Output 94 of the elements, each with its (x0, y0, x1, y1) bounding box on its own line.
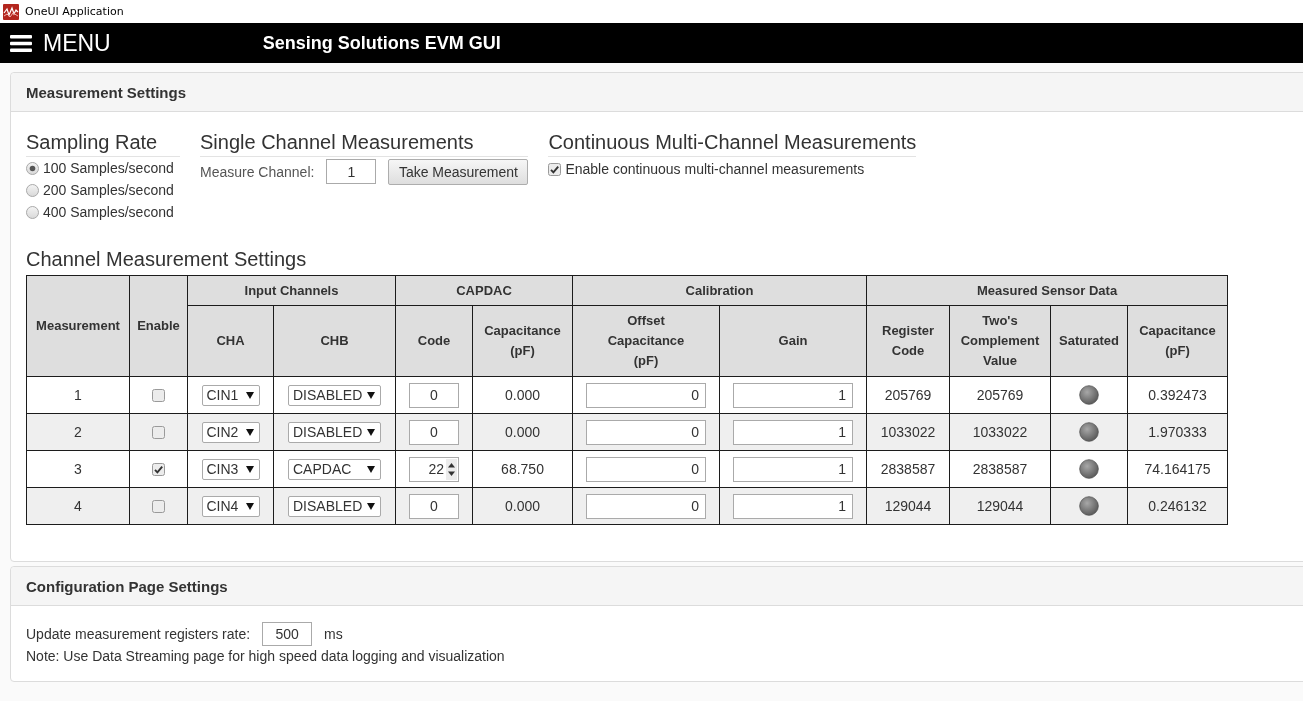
section-heading: Continuous Multi-Channel Measurements (548, 130, 917, 157)
waveform-icon (3, 3, 19, 20)
spinner-arrows-icon[interactable] (446, 458, 457, 480)
column-header: Enable (129, 275, 188, 377)
column-header: CHB (273, 305, 396, 377)
input-field[interactable]: 0 (586, 382, 706, 408)
rate-input[interactable]: 500 (262, 622, 313, 646)
table-cell: 2838587 (949, 450, 1051, 488)
checkbox[interactable] (152, 425, 165, 439)
caret-icon (367, 428, 375, 436)
table-cell: 4 (26, 487, 130, 525)
column-header: Code (395, 305, 473, 377)
table-cell: 68.750 (472, 450, 573, 488)
table-cell: 0.392473 (1127, 376, 1228, 414)
table-cell: 0.246132 (1127, 487, 1228, 525)
checkbox[interactable] (152, 499, 165, 513)
table-cell: 3 (26, 450, 130, 488)
number-field[interactable]: 0 (409, 419, 459, 445)
caret-icon (367, 465, 375, 473)
channel-input[interactable]: 1 (326, 159, 377, 184)
channel-select[interactable]: CIN3 (201, 458, 260, 480)
caret-icon (245, 428, 254, 436)
column-group-header: Input Channels (187, 275, 396, 306)
column-header: Capacitance (pF) (1127, 305, 1228, 377)
channel-select[interactable]: CAPDAC (288, 458, 381, 480)
column-header: CHA (187, 305, 274, 377)
channel-select[interactable]: DISABLED (288, 384, 381, 406)
table-cell: 129044 (949, 487, 1051, 525)
window-title: OneUI Application (25, 5, 124, 18)
table-cell: 205769 (866, 376, 950, 414)
number-field[interactable]: 0 (409, 382, 459, 408)
table-cell: 205769 (949, 376, 1051, 414)
option-label[interactable]: 400 Samples/second (43, 204, 174, 220)
column-header: Capacitance (pF) (472, 305, 573, 377)
app-title: Sensing Solutions EVM GUI (262, 32, 501, 54)
checkbox[interactable] (152, 462, 165, 476)
panel-heading: Configuration Page Settings (11, 567, 1303, 606)
column-header: Gain (719, 305, 867, 377)
channel-select[interactable]: CIN2 (201, 421, 260, 443)
field-label: Measure Channel: (200, 163, 315, 180)
input-field[interactable]: 1 (733, 419, 853, 445)
note-text: Note: Use Data Streaming page for high speed data logging and visualization (26, 647, 506, 666)
channel-select[interactable]: CIN1 (201, 384, 260, 406)
input-field[interactable]: 0 (586, 419, 706, 445)
input-field[interactable]: 0 (586, 456, 706, 482)
channel-select[interactable]: DISABLED (288, 495, 381, 517)
table-cell: 0.000 (472, 413, 573, 451)
input-field[interactable]: 1 (733, 382, 853, 408)
menu-button[interactable]: MENU (10, 31, 111, 55)
channel-select[interactable]: DISABLED (288, 421, 381, 443)
table-cell: 1033022 (949, 413, 1051, 451)
take-measurement-button[interactable]: Take Measurement (388, 158, 529, 185)
column-group-header: CAPDAC (395, 275, 573, 306)
table-cell: 1 (26, 376, 130, 414)
caret-icon (245, 391, 254, 399)
panel-heading: Measurement Settings (11, 73, 1303, 112)
option-label[interactable]: 100 Samples/second (43, 160, 174, 176)
table-cell: 129044 (866, 487, 950, 525)
table-cell: 1.970333 (1127, 413, 1228, 451)
column-header: Offset Capacitance (pF) (572, 305, 720, 377)
caret-icon (245, 465, 254, 473)
checkbox-label[interactable]: Enable continuous multi-channel measurements (565, 161, 865, 177)
checkbox[interactable] (548, 162, 562, 176)
section-heading: Single Channel Measurements (200, 130, 529, 157)
column-group-header: Measured Sensor Data (866, 275, 1228, 306)
column-header: Two's Complement Value (949, 305, 1051, 377)
input-field[interactable]: 1 (733, 456, 853, 482)
caret-icon (367, 391, 375, 399)
caret-icon (367, 502, 375, 510)
input-field[interactable]: 1 (733, 493, 853, 519)
column-header: Measurement (26, 275, 130, 377)
checkbox[interactable] (152, 388, 165, 402)
option-label[interactable]: 200 Samples/second (43, 182, 174, 198)
channel-select[interactable]: CIN4 (201, 495, 260, 517)
table-cell: 2 (26, 413, 130, 451)
table-cell: 2838587 (866, 450, 950, 488)
radio-button[interactable] (26, 183, 39, 197)
column-header: Register Code (866, 305, 950, 377)
number-field[interactable]: 0 (409, 493, 459, 519)
input-field[interactable]: 0 (586, 493, 706, 519)
field-label: Update measurement registers rate: (26, 626, 251, 642)
menu-icon (10, 34, 32, 52)
table-cell: 74.164175 (1127, 450, 1228, 488)
caret-icon (245, 502, 254, 510)
section-heading: Sampling Rate (26, 130, 180, 157)
column-group-header: Calibration (572, 275, 867, 306)
section-heading: Channel Measurement Settings (26, 247, 307, 271)
column-header: Saturated (1050, 305, 1128, 377)
table-cell: 1033022 (866, 413, 950, 451)
table-cell: 0.000 (472, 487, 573, 525)
unit-label: ms (324, 626, 343, 642)
radio-button[interactable] (26, 161, 39, 175)
radio-button[interactable] (26, 205, 39, 219)
table-cell: 0.000 (472, 376, 573, 414)
